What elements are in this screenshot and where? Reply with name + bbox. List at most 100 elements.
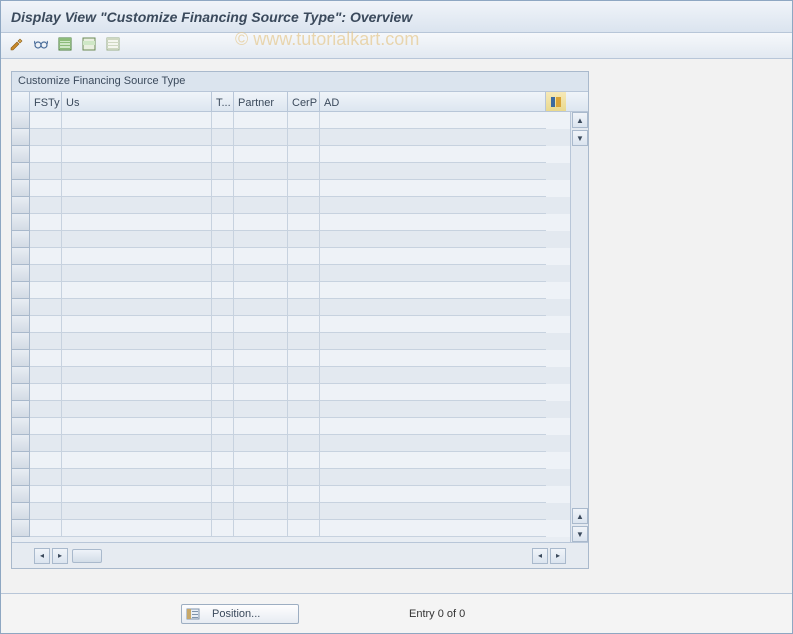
vertical-scrollbar[interactable]: ▲ ▼ ▲ ▼	[570, 112, 588, 542]
cell-ad[interactable]	[320, 384, 546, 401]
table-row[interactable]	[12, 180, 570, 197]
cell-t[interactable]	[212, 418, 234, 435]
cell-ad[interactable]	[320, 129, 546, 146]
row-selector[interactable]	[12, 469, 30, 486]
cell-fsty[interactable]	[30, 384, 62, 401]
cell-cerp[interactable]	[288, 350, 320, 367]
col-t[interactable]: T...	[212, 92, 234, 111]
cell-t[interactable]	[212, 163, 234, 180]
row-selector[interactable]	[12, 265, 30, 282]
row-selector[interactable]	[12, 316, 30, 333]
row-selector[interactable]	[12, 520, 30, 537]
table-row[interactable]	[12, 367, 570, 384]
cell-partner[interactable]	[234, 112, 288, 129]
cell-us[interactable]	[62, 163, 212, 180]
cell-ad[interactable]	[320, 333, 546, 350]
row-selector[interactable]	[12, 333, 30, 350]
hscroll-track[interactable]	[106, 548, 528, 564]
cell-us[interactable]	[62, 486, 212, 503]
change-display-button[interactable]	[7, 36, 27, 56]
cell-t[interactable]	[212, 112, 234, 129]
cell-partner[interactable]	[234, 418, 288, 435]
cell-us[interactable]	[62, 384, 212, 401]
table-row[interactable]	[12, 469, 570, 486]
details-button[interactable]	[31, 36, 51, 56]
cell-fsty[interactable]	[30, 248, 62, 265]
cell-ad[interactable]	[320, 503, 546, 520]
cell-ad[interactable]	[320, 248, 546, 265]
cell-t[interactable]	[212, 350, 234, 367]
row-selector[interactable]	[12, 163, 30, 180]
cell-cerp[interactable]	[288, 112, 320, 129]
cell-ad[interactable]	[320, 520, 546, 537]
cell-fsty[interactable]	[30, 214, 62, 231]
cell-ad[interactable]	[320, 231, 546, 248]
row-selector[interactable]	[12, 350, 30, 367]
cell-cerp[interactable]	[288, 316, 320, 333]
cell-ad[interactable]	[320, 486, 546, 503]
cell-ad[interactable]	[320, 367, 546, 384]
table-row[interactable]	[12, 520, 570, 537]
col-us[interactable]: Us	[62, 92, 212, 111]
cell-partner[interactable]	[234, 299, 288, 316]
cell-t[interactable]	[212, 146, 234, 163]
scroll-last-button[interactable]: ▸	[550, 548, 566, 564]
cell-us[interactable]	[62, 333, 212, 350]
cell-t[interactable]	[212, 333, 234, 350]
cell-t[interactable]	[212, 282, 234, 299]
row-selector[interactable]	[12, 435, 30, 452]
cell-t[interactable]	[212, 231, 234, 248]
cell-fsty[interactable]	[30, 350, 62, 367]
cell-cerp[interactable]	[288, 197, 320, 214]
table-row[interactable]	[12, 197, 570, 214]
table-row[interactable]	[12, 163, 570, 180]
cell-fsty[interactable]	[30, 180, 62, 197]
table-row[interactable]	[12, 333, 570, 350]
cell-cerp[interactable]	[288, 214, 320, 231]
cell-ad[interactable]	[320, 401, 546, 418]
cell-fsty[interactable]	[30, 469, 62, 486]
col-partner[interactable]: Partner	[234, 92, 288, 111]
col-selector[interactable]	[12, 92, 30, 111]
cell-cerp[interactable]	[288, 180, 320, 197]
table-row[interactable]	[12, 452, 570, 469]
table-row[interactable]	[12, 486, 570, 503]
cell-cerp[interactable]	[288, 146, 320, 163]
cell-cerp[interactable]	[288, 520, 320, 537]
cell-partner[interactable]	[234, 180, 288, 197]
cell-ad[interactable]	[320, 197, 546, 214]
cell-partner[interactable]	[234, 469, 288, 486]
cell-us[interactable]	[62, 146, 212, 163]
cell-partner[interactable]	[234, 452, 288, 469]
cell-partner[interactable]	[234, 503, 288, 520]
cell-us[interactable]	[62, 129, 212, 146]
cell-partner[interactable]	[234, 384, 288, 401]
cell-us[interactable]	[62, 248, 212, 265]
cell-us[interactable]	[62, 503, 212, 520]
row-selector[interactable]	[12, 367, 30, 384]
cell-cerp[interactable]	[288, 452, 320, 469]
cell-fsty[interactable]	[30, 401, 62, 418]
cell-partner[interactable]	[234, 197, 288, 214]
table-row[interactable]	[12, 435, 570, 452]
row-selector[interactable]	[12, 452, 30, 469]
cell-partner[interactable]	[234, 401, 288, 418]
cell-fsty[interactable]	[30, 486, 62, 503]
cell-us[interactable]	[62, 299, 212, 316]
scroll-left-button[interactable]: ▸	[52, 548, 68, 564]
cell-t[interactable]	[212, 248, 234, 265]
scroll-right-button[interactable]: ◂	[532, 548, 548, 564]
scroll-up-end-button[interactable]: ▲	[572, 508, 588, 524]
table-row[interactable]	[12, 248, 570, 265]
cell-partner[interactable]	[234, 248, 288, 265]
cell-fsty[interactable]	[30, 503, 62, 520]
table-row[interactable]	[12, 299, 570, 316]
cell-t[interactable]	[212, 469, 234, 486]
cell-cerp[interactable]	[288, 435, 320, 452]
cell-fsty[interactable]	[30, 112, 62, 129]
select-block-button[interactable]	[79, 36, 99, 56]
cell-us[interactable]	[62, 367, 212, 384]
row-selector[interactable]	[12, 418, 30, 435]
cell-ad[interactable]	[320, 299, 546, 316]
cell-partner[interactable]	[234, 350, 288, 367]
